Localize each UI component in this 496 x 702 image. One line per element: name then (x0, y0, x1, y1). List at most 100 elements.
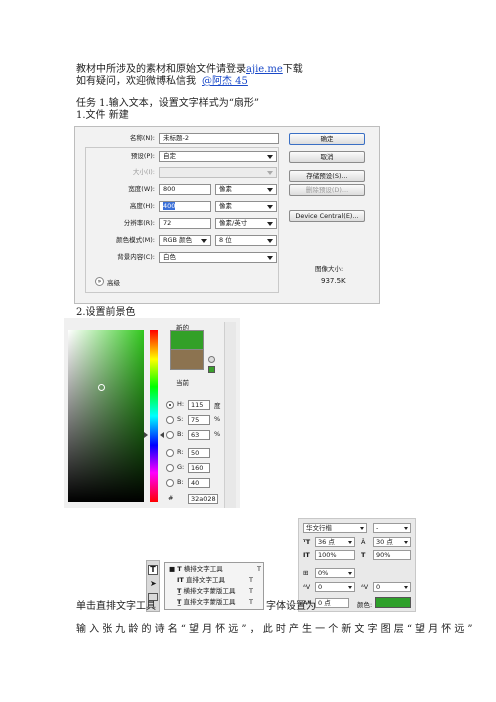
arrow-tool-icon[interactable]: ➤ (150, 579, 157, 588)
r-input[interactable]: 50 (188, 448, 210, 458)
width-input[interactable]: 800 (159, 184, 211, 195)
chevron-down-icon (201, 239, 207, 243)
hex-input[interactable]: 32a028 (188, 494, 218, 504)
font-family-value: 华文行楷 (306, 524, 332, 532)
image-size-value: 937.5K (321, 277, 346, 285)
flyout-item-horizontal-type[interactable]: ■ T 横排文字工具 T (169, 564, 261, 575)
resolution-input[interactable]: 72 (159, 218, 211, 229)
font-size-select[interactable]: 36 点 (315, 537, 355, 547)
tracking-icon: ᴬV (361, 583, 369, 591)
hue-slider-arrow-icon[interactable] (144, 432, 148, 438)
b-unit: % (214, 430, 221, 438)
preset-select[interactable]: 自定 (159, 151, 277, 162)
chevron-down-icon (348, 572, 352, 575)
current-color-swatch[interactable] (170, 350, 204, 370)
horizontal-scale-input[interactable]: 90% (373, 550, 411, 560)
font-style-select[interactable]: - (373, 523, 411, 533)
font-style-value: - (376, 524, 379, 532)
weibo-link[interactable]: @阿杰 45 (202, 76, 248, 87)
s-input[interactable]: 75 (188, 415, 210, 425)
hue-slider[interactable] (150, 330, 158, 502)
hue-slider-arrow-icon[interactable] (160, 432, 164, 438)
type-mask-icon: T̲ (177, 587, 182, 595)
color-label: 颜色: (357, 601, 373, 609)
flyout-item-label: 横排文字工具 (183, 565, 223, 573)
blue-radio[interactable] (166, 479, 174, 487)
resolution-unit-select[interactable]: 像素/英寸 (215, 218, 277, 229)
h-radio[interactable] (166, 401, 174, 409)
h-input[interactable]: 115 (188, 400, 210, 410)
intro-text: 教材中所涉及的素材和原始文件请登录 (76, 64, 246, 75)
name-input[interactable]: 未标题-2 (159, 133, 279, 144)
b-input[interactable]: 63 (188, 430, 210, 440)
kerning-select[interactable]: 0 (315, 582, 355, 592)
width-unit-select[interactable]: 像素 (215, 184, 277, 195)
intro-line-1: 教材中所涉及的素材和原始文件请登录ajie.me下载 (76, 64, 303, 76)
flyout-item-label: 直排文字工具 (185, 576, 225, 584)
leading-select[interactable]: 30 点 (373, 537, 411, 547)
flyout-item-horizontal-mask[interactable]: T̲ 横排文字蒙版工具 T (169, 586, 253, 597)
tracking-pct-select[interactable]: 0% (315, 568, 355, 578)
cancel-button[interactable]: 取消 (289, 151, 365, 163)
selected-marker-icon: ■ (169, 565, 176, 573)
ok-button[interactable]: 确定 (289, 133, 365, 145)
resolution-unit: 像素/英寸 (219, 219, 248, 227)
preset-label: 预设(P): (130, 152, 155, 160)
blue-input[interactable]: 40 (188, 478, 210, 488)
baseline-shift-input[interactable]: 0 点 (315, 598, 349, 608)
device-central-button[interactable]: Device Central(E)... (289, 210, 365, 222)
font-size-value: 36 点 (318, 538, 335, 546)
text-color-swatch[interactable] (375, 597, 411, 608)
name-label: 名称(N): (129, 134, 155, 142)
intro-text-end: 下载 (282, 64, 303, 75)
font-family-select[interactable]: 华文行楷 (303, 523, 367, 533)
advanced-toggle-icon[interactable]: » (95, 277, 104, 286)
tracking-select[interactable]: 0 (373, 582, 411, 592)
chevron-down-icon (267, 256, 273, 260)
chevron-down-icon (404, 541, 408, 544)
chevron-down-icon (404, 527, 408, 530)
height-input[interactable]: 400 (159, 201, 211, 212)
tracking-pct-value: 0% (318, 569, 329, 577)
flyout-item-shortcut: T (249, 598, 253, 606)
color-mode-select[interactable]: RGB 颜色 (159, 235, 211, 246)
leading-icon: Â (361, 538, 366, 546)
color-field-marker[interactable] (98, 384, 105, 391)
background-select[interactable]: 白色 (159, 252, 277, 263)
bottom-text-pre: 单击直排文字工具 (76, 601, 156, 612)
new-document-dialog: 名称(N): 未标题-2 预设(P): 自定 大小(I): 宽度(W): 800… (74, 126, 380, 304)
type-tool-icon[interactable]: T (148, 565, 158, 575)
chevron-down-icon (267, 239, 273, 243)
r-radio[interactable] (166, 449, 174, 457)
chevron-down-icon (267, 205, 273, 209)
height-unit-select[interactable]: 像素 (215, 201, 277, 212)
g-radio[interactable] (166, 464, 174, 472)
kerning-icon: ᴬV (303, 583, 311, 591)
web-color-icon[interactable] (208, 366, 215, 373)
vertical-scale-input[interactable]: 100% (315, 550, 355, 560)
image-size-label: 图像大小: (315, 265, 344, 273)
tracking-pct-icon: ⊞ (303, 569, 309, 577)
height-unit: 像素 (219, 202, 232, 210)
background-value: 白色 (163, 253, 176, 261)
g-input[interactable]: 160 (188, 463, 210, 473)
out-of-gamut-icon[interactable] (208, 356, 215, 363)
flyout-item-vertical-mask[interactable]: T̲ 直排文字蒙版工具 T (169, 597, 253, 608)
save-preset-button[interactable]: 存储预设(S)... (289, 170, 365, 182)
flyout-item-shortcut: T (257, 565, 261, 573)
b-radio[interactable] (166, 431, 174, 439)
type-icon: T (177, 565, 182, 573)
size-select (159, 167, 277, 178)
width-unit: 像素 (219, 185, 232, 193)
background-label: 背景内容(C): (117, 253, 155, 261)
bit-depth-select[interactable]: 8 位 (215, 235, 277, 246)
download-link[interactable]: ajie.me (246, 64, 283, 75)
current-color-label: 当前 (176, 379, 189, 387)
shape-tool-icon[interactable] (148, 593, 158, 601)
color-field[interactable] (68, 330, 144, 502)
horizontal-scale-icon: T (361, 551, 366, 559)
flyout-item-vertical-type[interactable]: IT 直排文字工具 T (169, 575, 253, 586)
advanced-label: 高级 (107, 279, 120, 287)
color-picker: 新的 当前 H: 115 度 S: 75% B: 63% R: 50 G: 160 B: 40… (64, 318, 240, 508)
s-radio[interactable] (166, 416, 174, 424)
